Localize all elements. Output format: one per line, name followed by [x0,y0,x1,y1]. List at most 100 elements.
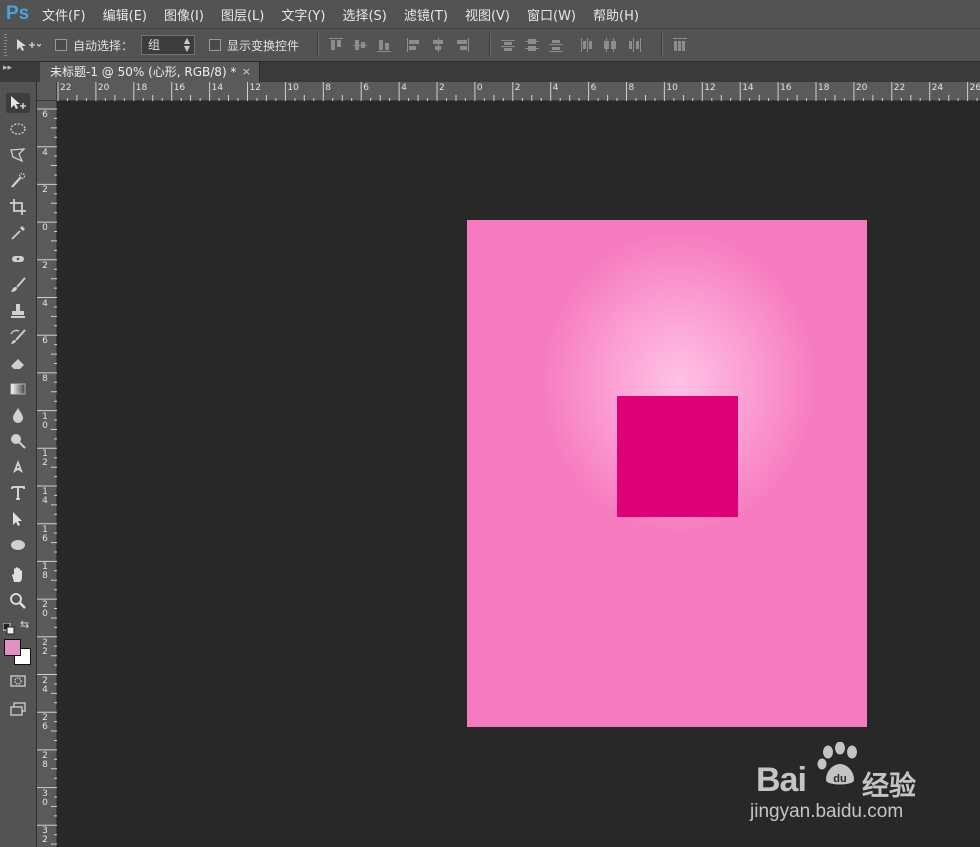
crop-tool-icon[interactable] [6,197,30,217]
brush-tool-icon[interactable] [6,275,30,295]
menu-edit[interactable]: 编辑(E) [103,5,147,24]
history-brush-tool-icon[interactable] [6,327,30,347]
swap-colors-icon[interactable]: ⇆ [20,618,29,631]
screen-mode-icon[interactable] [6,699,30,719]
ruler-label: 26 [42,713,48,733]
document-tab-strip: ▸▸ 未标题-1 @ 50% (心形, RGB/8) * × [0,62,980,82]
ruler-label: 32 [42,826,48,846]
baidu-jingyan-watermark: du Bai 经验 jingyan.baidu.com [750,738,940,833]
move-tool-icon[interactable] [6,93,30,113]
auto-select-dropdown[interactable]: 组 ▲ ▼ [141,35,196,55]
ruler-label: 8 [325,83,332,93]
collapse-panel-icon[interactable]: ▸▸ [3,63,12,73]
options-separator [489,33,492,57]
ruler-label: 2 [439,83,445,93]
options-bar-grip[interactable] [4,34,7,56]
ruler-label: 4 [42,298,48,309]
ruler-label: 22 [60,83,72,93]
menu-type[interactable]: 文字(Y) [281,5,325,24]
menu-layer[interactable]: 图层(L) [221,5,264,24]
document-tab[interactable]: 未标题-1 @ 50% (心形, RGB/8) * × [40,62,260,82]
lasso-tool-icon[interactable] [6,145,30,165]
ruler-label: 16 [42,524,48,544]
options-bar: 自动选择： 组 ▲ ▼ 显示变换控件 [0,28,980,62]
move-tool-preset-icon[interactable] [15,37,41,53]
menu-image[interactable]: 图像(I) [164,5,204,24]
align-left-icon[interactable] [407,38,421,52]
menu-window[interactable]: 窗口(W) [527,5,576,24]
eraser-tool-icon[interactable] [6,353,30,373]
auto-select-value: 组 [148,38,161,52]
zoom-tool-icon[interactable] [6,591,30,611]
ruler-label: 14 [42,487,48,506]
distribute-left-icon[interactable] [579,38,593,52]
gradient-tool-icon[interactable] [6,379,30,399]
ruler-label: 10 [287,83,299,93]
dropdown-arrows-icon: ▲ ▼ [183,36,191,53]
quick-mask-icon[interactable] [6,671,30,691]
default-colors-icon[interactable] [2,620,15,635]
ruler-label: 28 [42,750,48,770]
dodge-tool-icon[interactable] [6,431,30,451]
menu-file[interactable]: 文件(F) [42,5,86,24]
ruler-label: 22 [893,83,906,93]
quick-select-tool-icon[interactable] [6,171,30,191]
blur-tool-icon[interactable] [6,405,30,425]
distribute-right-icon[interactable] [627,38,642,52]
hand-tool-icon[interactable] [6,565,30,585]
show-transform-checkbox[interactable] [209,39,222,51]
show-transform-label: 显示变换控件 [227,38,300,53]
ruler-label: 4 [42,147,48,158]
auto-select-checkbox[interactable] [55,39,67,51]
ruler-label: 26 [969,83,980,93]
align-right-icon[interactable] [455,38,470,52]
options-separator [317,33,320,57]
ruler-label: 18 [818,83,830,93]
ruler-label: 8 [42,373,48,384]
menu-view[interactable]: 视图(V) [465,5,510,24]
watermark-url: jingyan.baidu.com [750,801,904,822]
photoshop-logo: Ps [6,3,30,24]
ruler-label: 4 [552,83,559,93]
pen-tool-icon[interactable] [6,457,30,477]
horizontal-ruler[interactable]: 22 20 18 16 14 12 10 8 6 4 2 0 2 4 6 8 10 12 14 16 18 20 22 24 2… [57,82,980,101]
foreground-color-swatch[interactable] [4,639,21,656]
eyedropper-tool-icon[interactable] [6,223,30,243]
ruler-label: 20 [855,83,868,93]
distribute-top-icon[interactable] [501,38,516,52]
ruler-label: 22 [42,637,48,657]
stamp-tool-icon[interactable] [6,301,30,321]
document-tab-title: 未标题-1 @ 50% (心形, RGB/8) * [50,65,237,79]
menu-help[interactable]: 帮助(H) [593,5,639,24]
align-top-icon[interactable] [329,38,344,52]
ruler-label: 0 [42,223,48,234]
align-bottom-icon[interactable] [377,38,392,52]
path-select-tool-icon[interactable] [6,509,30,529]
ruler-label: 24 [42,675,48,695]
options-separator [661,33,664,57]
ruler-origin[interactable] [37,82,57,101]
tools-panel: ⇆ [0,82,37,847]
magenta-square-layer[interactable] [617,396,738,517]
watermark-cn: 经验 [862,771,916,802]
menu-select[interactable]: 选择(S) [342,5,386,24]
ruler-label: 6 [42,336,48,347]
healing-tool-icon[interactable] [6,249,30,269]
auto-align-layers-icon[interactable] [673,38,688,52]
distribute-vcenter-icon[interactable] [525,38,540,52]
menu-filter[interactable]: 滤镜(T) [404,5,448,24]
align-vcenter-icon[interactable] [353,38,368,52]
ellipse-tool-icon[interactable] [6,535,30,555]
watermark-brand: Bai [756,761,807,799]
ruler-label: 2 [42,185,48,196]
type-tool-icon[interactable] [6,483,30,503]
ruler-label: 14 [211,83,224,93]
distribute-hcenter-icon[interactable] [603,38,617,52]
close-icon[interactable]: × [242,62,251,82]
ruler-label: 2 [42,260,48,271]
align-hcenter-icon[interactable] [431,38,445,52]
distribute-bottom-icon[interactable] [549,38,564,52]
ruler-label: 16 [780,83,792,93]
vertical-ruler[interactable]: 64202468101214161820222426283032 [37,101,57,847]
marquee-tool-icon[interactable] [6,119,30,139]
